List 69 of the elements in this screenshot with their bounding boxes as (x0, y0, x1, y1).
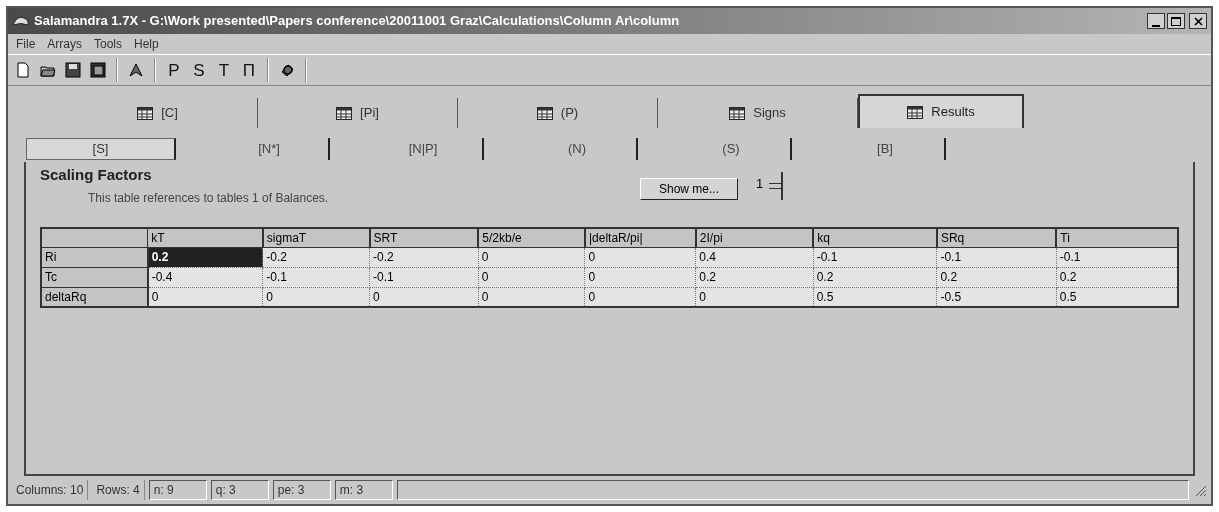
row-header[interactable]: deltaRq (41, 287, 148, 307)
table-cell[interactable]: 0 (147, 287, 263, 307)
menu-item[interactable]: File (16, 35, 36, 53)
document-icon (15, 62, 31, 78)
column-header[interactable]: kq (813, 227, 937, 247)
tab[interactable]: [C] (58, 98, 258, 128)
spinner-value: 1 (756, 175, 764, 193)
toolbar-button[interactable]: Π (238, 59, 260, 81)
table-cell[interactable]: 0.2 (813, 267, 937, 287)
window-title: Salamandra 1.7X - G:\Work presented\Papers conference\20011001 Graz\Calculations\Column Ar\column (34, 12, 681, 31)
sub-tab[interactable]: (N) (518, 138, 638, 160)
table-icon (729, 106, 746, 120)
table-cell[interactable]: 0 (584, 287, 696, 307)
table-cell[interactable]: 0 (262, 287, 370, 307)
tab[interactable]: (P) (458, 98, 658, 128)
status-pane: q: 3 (210, 480, 269, 500)
column-header[interactable]: SRq (936, 227, 1057, 247)
show-me-button[interactable]: Show me... (640, 178, 738, 200)
status-pane: n: 9 (148, 480, 207, 500)
arrow-icon (128, 62, 144, 78)
maximize-icon (1171, 16, 1181, 26)
table-cell[interactable]: 0 (584, 267, 696, 287)
section-heading: Scaling Factors (40, 165, 153, 185)
description-text: This table references to tables 1 of Balances. (87, 189, 330, 207)
status-pane: Columns: 10 (12, 480, 89, 500)
status-pane: Rows: 4 (92, 480, 145, 500)
status-pane: pe: 3 (272, 480, 331, 500)
toolbar-button[interactable]: T (213, 59, 235, 81)
resize-grip-icon[interactable] (1193, 483, 1207, 497)
spinner-control[interactable] (769, 172, 784, 200)
table-icon (137, 106, 154, 120)
column-header[interactable]: kT (147, 227, 263, 247)
floppy-disks-icon (90, 62, 106, 78)
table-icon (907, 105, 924, 119)
column-header[interactable]: 2I/pi (695, 227, 814, 247)
table-cell[interactable]: 0 (369, 287, 479, 307)
row-header[interactable]: Ri (41, 247, 148, 267)
table-icon (336, 106, 353, 120)
table-cell[interactable]: -0.4 (147, 267, 263, 287)
maximize-button[interactable] (1167, 13, 1185, 29)
menu-item[interactable]: Tools (94, 35, 123, 53)
sub-tab[interactable]: [N*] (210, 138, 330, 160)
tab[interactable]: Results (858, 94, 1024, 128)
toolbar-button[interactable]: S (188, 59, 210, 81)
column-header[interactable]: Ti (1056, 227, 1178, 247)
row-header[interactable]: Tc (41, 267, 148, 287)
column-header[interactable]: |deltaR/pi| (584, 227, 696, 247)
table-cell[interactable]: -0.1 (262, 267, 370, 287)
table-icon (536, 106, 553, 120)
status-pane: m: 3 (334, 480, 393, 500)
toolbar-button[interactable] (62, 59, 84, 81)
sub-tab[interactable]: [S] (26, 138, 176, 160)
minimize-icon (1152, 25, 1160, 28)
sub-tab[interactable]: (S) (672, 138, 792, 160)
table-cell[interactable]: 0.5 (813, 287, 937, 307)
close-button[interactable] (1189, 13, 1207, 29)
column-header[interactable]: 5/2kb/e (478, 227, 585, 247)
minimize-button[interactable] (1147, 13, 1165, 29)
toolbar-button[interactable] (87, 59, 109, 81)
table-cell[interactable]: -0.1 (369, 267, 479, 287)
column-header[interactable]: sigmaT (262, 227, 370, 247)
column-header[interactable]: SRT (369, 227, 479, 247)
sub-tab[interactable]: [N|P] (364, 138, 484, 160)
menu-item[interactable]: Arrays (47, 35, 82, 53)
menu-item[interactable]: Help (134, 35, 159, 53)
close-icon (1193, 16, 1203, 26)
sub-tab[interactable]: [B] (826, 138, 946, 160)
toolbar-button[interactable]: P (163, 59, 185, 81)
tab[interactable]: [Pi] (258, 98, 458, 128)
